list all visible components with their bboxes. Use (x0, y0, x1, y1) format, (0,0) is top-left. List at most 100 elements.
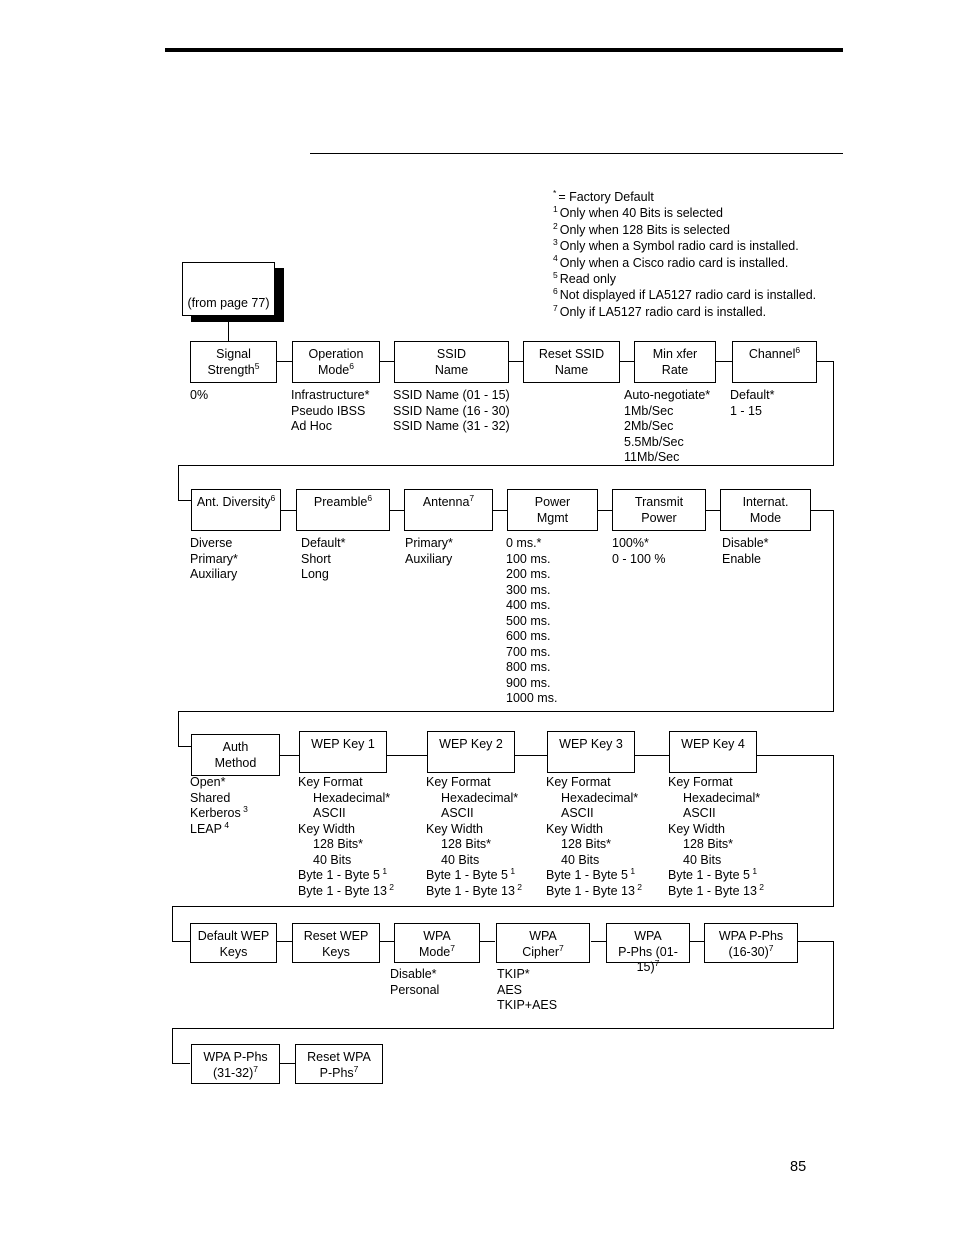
option-label: Hexadecimal* (561, 790, 639, 805)
box-reset-wep-keys[interactable]: Reset WEP Keys (292, 923, 380, 963)
option-label: Enable (722, 551, 761, 566)
box-internat-mode[interactable]: Internat. Mode (720, 489, 811, 531)
option-label: 100%* (612, 536, 649, 550)
option-label: Default* (301, 536, 346, 550)
connector-r5-a (280, 1063, 296, 1065)
option-label: Auto-negotiate* (624, 388, 711, 402)
option-item: Byte 1 - Byte 5 1 (298, 867, 394, 884)
option-item: 200 ms. (506, 567, 557, 583)
connector-r3-c (514, 755, 548, 757)
option-item: ASCII (298, 806, 394, 822)
option-item: Kerberos 3 (190, 805, 248, 822)
box-wpa-pphs-16-30[interactable]: WPA P-Phs (16-30)7 (704, 923, 798, 963)
options-auth-method: Open* Shared Kerberos 3 LEAP 4 (190, 775, 248, 837)
option-label: 40 Bits (683, 852, 722, 867)
box-wep-key-2[interactable]: WEP Key 2 (427, 731, 515, 773)
option-label: Key Width (426, 821, 483, 836)
option-label: Short (301, 551, 331, 566)
connector-r2-a (280, 510, 296, 512)
connector-r4-enter (172, 941, 190, 943)
box-power-mgmt[interactable]: Power Mgmt (507, 489, 598, 531)
option-label: 300 ms. (506, 582, 551, 597)
box-auth-method[interactable]: Auth Method (191, 734, 280, 776)
option-item: Byte 1 - Byte 5 1 (426, 867, 522, 884)
option-footnote-marker: 2 (756, 881, 765, 892)
box-wep-key-3-label: WEP Key 3 (559, 737, 623, 751)
option-item: Byte 1 - Byte 5 1 (668, 867, 764, 884)
box-reset-ssid-name[interactable]: Reset SSID Name (523, 341, 620, 383)
option-item: Enable (722, 552, 769, 568)
box-wep-key-3[interactable]: WEP Key 3 (547, 731, 635, 773)
option-label: Key Format (298, 775, 363, 789)
box-wpa-cipher[interactable]: WPA Cipher7 (496, 923, 590, 963)
option-item: Pseudo IBSS (291, 404, 370, 420)
header-rule-thick (165, 48, 843, 52)
option-label: 128 Bits* (561, 837, 612, 851)
option-item: Byte 1 - Byte 5 1 (546, 867, 642, 884)
option-label: 1000 ms. (506, 691, 558, 705)
options-transmit-power: 100%* 0 - 100 % (612, 536, 666, 567)
box-channel[interactable]: Channel6 (732, 341, 817, 383)
box-reset-wpa-pphs[interactable]: Reset WPA P-Phs7 (295, 1044, 383, 1084)
box-wpa-mode[interactable]: WPA Mode7 (394, 923, 480, 963)
option-label: SSID Name (16 - 30) (393, 403, 510, 418)
box-transmit-power[interactable]: Transmit Power (612, 489, 706, 531)
connector-r2-enter (178, 500, 192, 502)
connector-r3-exit (756, 755, 834, 757)
box-ant-diversity[interactable]: Ant. Diversity6 (191, 489, 281, 531)
box-wep-key-4[interactable]: WEP Key 4 (669, 731, 757, 773)
connector-r4-bottom (172, 1028, 834, 1030)
option-label: Key Format (546, 775, 611, 789)
box-operation-mode[interactable]: Operation Mode6 (292, 341, 380, 383)
connector-r3-drop (833, 755, 835, 907)
legend-line: 4 Only when a Cisco radio card is install… (553, 254, 853, 271)
option-item: ASCII (426, 806, 522, 822)
option-label: 0 - 100 % (612, 551, 666, 566)
option-label: 40 Bits (313, 852, 352, 867)
connector-r4-b (379, 941, 395, 943)
options-power-mgmt: 0 ms.* 100 ms. 200 ms. 300 ms. 400 ms. 500 ms… (506, 536, 557, 707)
legend-text: Only when a Cisco radio card is installe… (559, 255, 789, 270)
option-item: Auxiliary (190, 567, 238, 583)
option-item: ASCII (668, 806, 764, 822)
option-item: 0 ms.* (506, 536, 557, 552)
option-item: ASCII (546, 806, 642, 822)
box-antenna[interactable]: Antenna7 (404, 489, 493, 531)
option-item: Byte 1 - Byte 13 2 (668, 881, 765, 900)
box-signal-strength[interactable]: Signal Strength5 (190, 341, 277, 383)
option-item: 300 ms. (506, 583, 557, 599)
option-item: Default* (301, 536, 345, 552)
options-channel: Default* 1 - 15 (730, 388, 774, 419)
options-wep-key-3: Key Format Hexadecimal* ASCII Key Width 128 … (546, 775, 642, 899)
legend-footnotes: * = Factory Default 1 Only when 40 Bits is … (553, 189, 853, 320)
option-label: 128 Bits* (683, 837, 734, 851)
box-default-wep-keys[interactable]: Default WEP Keys (190, 923, 277, 963)
connector-r2-bottom (178, 711, 834, 713)
box-ssid-name-label: SSID Name (434, 347, 469, 377)
option-item: SSID Name (16 - 30) (393, 404, 510, 420)
option-item: TKIP* (497, 967, 557, 983)
box-wpa-pphs-01-15[interactable]: WPA P-Phs (01-15)7 (606, 923, 690, 974)
option-label: Kerberos (190, 806, 241, 820)
option-label: ASCII (561, 806, 594, 820)
option-item: 128 Bits* (426, 837, 522, 853)
option-label: Byte 1 - Byte 13 (546, 883, 635, 898)
box-wpa-pphs-31-32[interactable]: WPA P-Phs (31-32)7 (191, 1044, 280, 1084)
option-label: 5.5Mb/Sec (624, 434, 684, 449)
options-antenna: Primary* Auxiliary (405, 536, 453, 567)
options-operation-mode: Infrastructure* Pseudo IBSS Ad Hoc (291, 388, 370, 435)
option-label: 1Mb/Sec (624, 403, 674, 418)
box-ssid-name[interactable]: SSID Name (394, 341, 509, 383)
box-auth-method-label: Auth Method (214, 740, 257, 770)
connector-r3-bottom (172, 906, 834, 908)
from-page-box[interactable]: (from page 77) (182, 262, 275, 316)
box-wep-key-1[interactable]: WEP Key 1 (299, 731, 387, 773)
options-wep-key-4: Key Format Hexadecimal* ASCII Key Width 128 … (668, 775, 764, 899)
option-label: ASCII (683, 806, 716, 820)
box-reset-ssid-name-label: Reset SSID Name (538, 347, 605, 377)
option-label: Auxiliary (190, 567, 238, 581)
legend-text: Not displayed if LA5127 radio card is in… (559, 288, 817, 303)
legend-line: 5 Read only (553, 271, 853, 287)
box-preamble[interactable]: Preamble6 (296, 489, 390, 531)
box-min-xfer-rate[interactable]: Min xfer Rate (634, 341, 716, 383)
